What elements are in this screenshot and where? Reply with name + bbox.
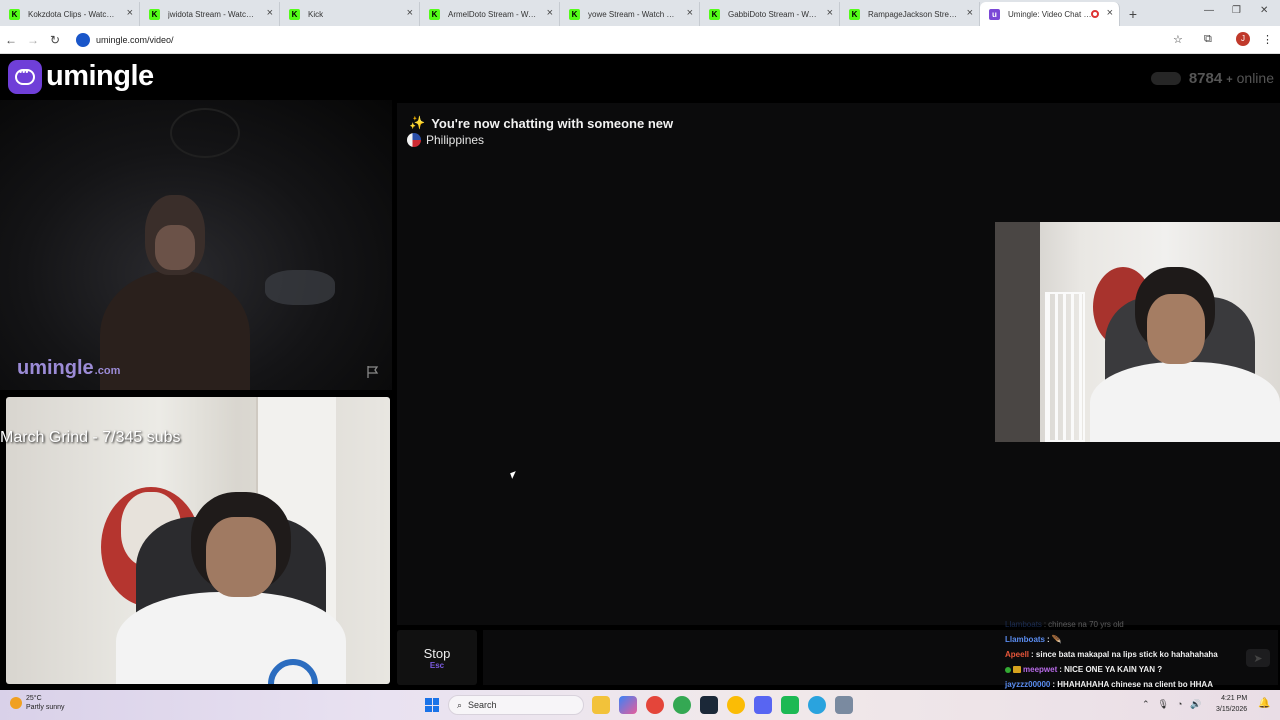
chrome-icon[interactable] (673, 696, 691, 714)
extensions-icon[interactable]: ⧉ (1204, 33, 1212, 46)
close-icon[interactable]: × (127, 7, 133, 19)
app-icon[interactable] (835, 696, 853, 714)
browser-tab[interactable]: K Kick × (280, 2, 420, 26)
close-icon[interactable]: × (1107, 7, 1113, 19)
file-explorer-icon[interactable] (592, 696, 610, 714)
kick-icon: K (569, 9, 580, 20)
close-icon[interactable]: × (407, 7, 413, 19)
send-button[interactable]: ➤ (1246, 649, 1270, 667)
online-count: 8784 (1188, 70, 1223, 87)
kick-icon: K (9, 9, 20, 20)
browser-tab-active[interactable]: u Umingle: Video Chat with × (980, 2, 1120, 26)
url-field[interactable]: umingle.com/video/ (72, 29, 1172, 51)
umingle-watermark: umingle .com (17, 357, 121, 379)
close-icon[interactable]: × (967, 7, 973, 19)
profile-avatar[interactable]: J (1236, 32, 1250, 46)
new-tab-button[interactable]: + (1120, 2, 1146, 26)
wifi-icon[interactable]: ◔ (1177, 699, 1182, 710)
chat-message: Llamboats: 🪶 (1005, 632, 1245, 647)
umingle-logo-icon[interactable] (8, 60, 42, 94)
kick-icon: K (429, 9, 440, 20)
discord-icon[interactable] (754, 696, 772, 714)
weather-widget[interactable]: 25°C Partly sunny (10, 694, 65, 712)
partner-video: umingle .com (0, 100, 392, 390)
notification-bell-icon[interactable]: 🔔 (1258, 698, 1270, 709)
emote-icon: 🪶 (1051, 635, 1062, 644)
brand-name[interactable]: umingle (46, 60, 154, 93)
send-icon: ➤ (1253, 652, 1263, 665)
chevron-up-icon[interactable]: ⌃ (1142, 699, 1150, 710)
close-icon[interactable]: × (827, 7, 833, 19)
theme-toggle[interactable] (1150, 72, 1181, 85)
microphone-icon[interactable]: 🎙 (1158, 699, 1169, 710)
speaker-icon[interactable]: 🔊 (1190, 699, 1201, 710)
back-icon[interactable]: ← (0, 33, 22, 47)
search-icon: ⌕ (457, 699, 463, 710)
stop-hotkey: Esc (429, 660, 445, 670)
minimize-icon[interactable]: — (1204, 5, 1214, 16)
ceiling-fan (170, 108, 240, 158)
menu-kebab-icon[interactable]: ⋮ (1262, 33, 1273, 46)
sun-icon (10, 697, 22, 709)
sparkles-icon: ✨ (409, 115, 426, 130)
badge-icon (1013, 666, 1021, 673)
chrome-icon[interactable] (646, 696, 664, 714)
kick-icon: K (709, 9, 720, 20)
streamer-webcam (995, 222, 1280, 442)
taskbar-apps (592, 696, 853, 714)
chrome-icon[interactable] (727, 696, 745, 714)
site-info-icon[interactable] (76, 32, 90, 47)
browser-tab[interactable]: K ArmelDoto Stream - Watch × (420, 2, 560, 26)
kick-icon: K (149, 9, 160, 20)
taskbar-search[interactable]: ⌕ Search (448, 695, 584, 715)
browser-tab[interactable]: Kjwidota Stream - Watch Live× (140, 2, 280, 26)
stream-chat-overlay: Llamboats : chinese na 70 yrs old Llambo… (1005, 617, 1245, 692)
taskbar: 25°C Partly sunny ⌕ Search ⌃ 🎙 ◔ 🔊 4:21 P… (0, 690, 1280, 720)
browser-tab-strip: KKokzdota Clips - Watch Live× Kjwidota S… (0, 0, 1280, 26)
philippines-flag-icon (407, 133, 421, 147)
chat-message: Apeell: since bata makapal na lips stick… (1005, 650, 1218, 659)
bookmark-star-icon[interactable]: ☆ (1173, 33, 1183, 46)
forward-icon[interactable]: → (22, 33, 44, 47)
reload-icon[interactable]: ↻ (44, 33, 66, 47)
umingle-icon: u (989, 9, 1000, 20)
clock[interactable]: 4:21 PM 3/15/2026 (1216, 693, 1247, 715)
chat-message: meepwet: NICE ONE YA KAIN YAN ? (1005, 662, 1245, 677)
stop-button[interactable]: Stop Esc (397, 630, 477, 685)
report-flag-icon[interactable] (366, 365, 380, 379)
restore-icon[interactable]: ❐ (1232, 5, 1241, 16)
kick-icon: K (289, 9, 300, 20)
system-message: ✨ You're now chatting with someone new (409, 115, 674, 131)
close-icon[interactable]: × (687, 7, 693, 19)
partner-country: Philippines (407, 133, 484, 147)
telegram-icon[interactable] (808, 696, 826, 714)
close-icon[interactable]: × (267, 7, 273, 19)
address-bar-row: ← → ↻ umingle.com/video/ (0, 26, 1280, 54)
badge-icon (1005, 666, 1011, 673)
close-window-icon[interactable]: ✕ (1260, 5, 1268, 16)
recording-icon (1091, 10, 1099, 18)
online-label: online (1236, 70, 1274, 86)
spotify-icon[interactable] (781, 696, 799, 714)
chat-message: Llamboats : chinese na 70 yrs old (1005, 620, 1124, 629)
browser-tab[interactable]: KKokzdota Clips - Watch Live× (0, 2, 140, 26)
close-icon[interactable]: × (547, 7, 553, 19)
copilot-icon[interactable] (619, 696, 637, 714)
browser-tab[interactable]: K GabbiDoto Stream - Watch × (700, 2, 840, 26)
system-tray: ⌃ 🎙 ◔ 🔊 (1142, 699, 1202, 710)
kick-icon: K (849, 9, 860, 20)
online-counter: 8784 + online (1150, 70, 1274, 87)
windows-start-icon[interactable] (425, 698, 439, 712)
steam-icon[interactable] (700, 696, 718, 714)
stream-goal-overlay: March Grind - 7/345 subs (0, 429, 181, 446)
browser-tab[interactable]: Kyowe Stream - Watch Live o× (560, 2, 700, 26)
browser-tab[interactable]: KRampageJackson Stream - W× (840, 2, 980, 26)
